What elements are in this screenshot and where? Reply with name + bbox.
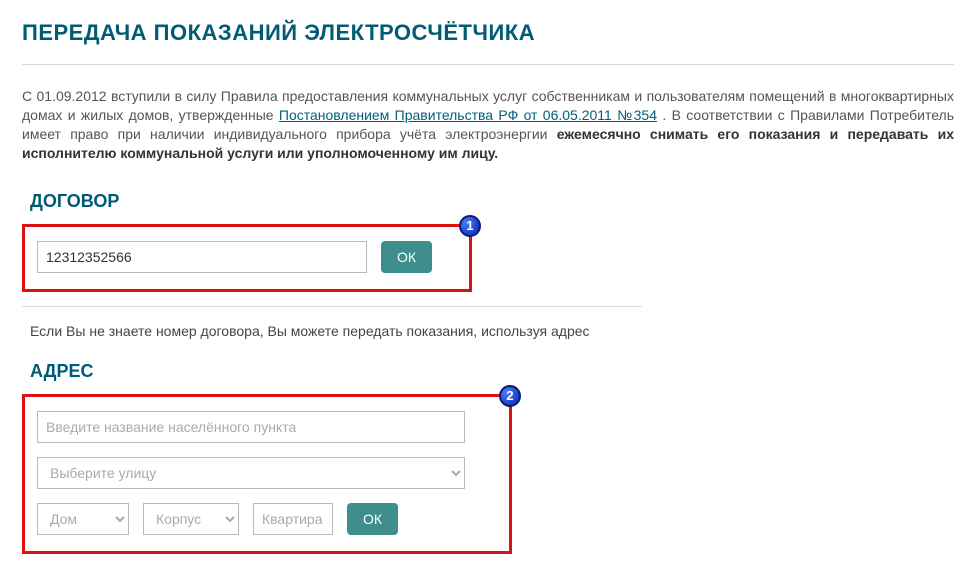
section-divider: [22, 306, 642, 307]
callout-badge-2: 2: [499, 385, 521, 407]
callout-badge-1: 1: [459, 215, 481, 237]
address-callout: 2 Выберите улицу Дом Корпус ОК: [22, 394, 512, 554]
house-select[interactable]: Дом: [37, 503, 129, 535]
locality-input[interactable]: [37, 411, 465, 443]
no-contract-hint: Если Вы не знаете номер договора, Вы мож…: [30, 323, 954, 339]
contract-ok-button[interactable]: ОК: [381, 241, 432, 273]
street-select[interactable]: Выберите улицу: [37, 457, 465, 489]
title-divider: [22, 64, 954, 65]
block-select[interactable]: Корпус: [143, 503, 239, 535]
page-title: ПЕРЕДАЧА ПОКАЗАНИЙ ЭЛЕКТРОСЧЁТЧИКА: [22, 20, 954, 46]
contract-callout: 1 ОК: [22, 224, 472, 292]
decree-link[interactable]: Постановлением Правительства РФ от 06.05…: [279, 107, 657, 123]
contract-number-input[interactable]: [37, 241, 367, 273]
address-heading: АДРЕС: [30, 361, 954, 382]
apartment-input[interactable]: [253, 503, 333, 535]
contract-heading: ДОГОВОР: [30, 191, 954, 212]
address-ok-button[interactable]: ОК: [347, 503, 398, 535]
intro-paragraph: С 01.09.2012 вступили в силу Правила пре…: [22, 87, 954, 163]
